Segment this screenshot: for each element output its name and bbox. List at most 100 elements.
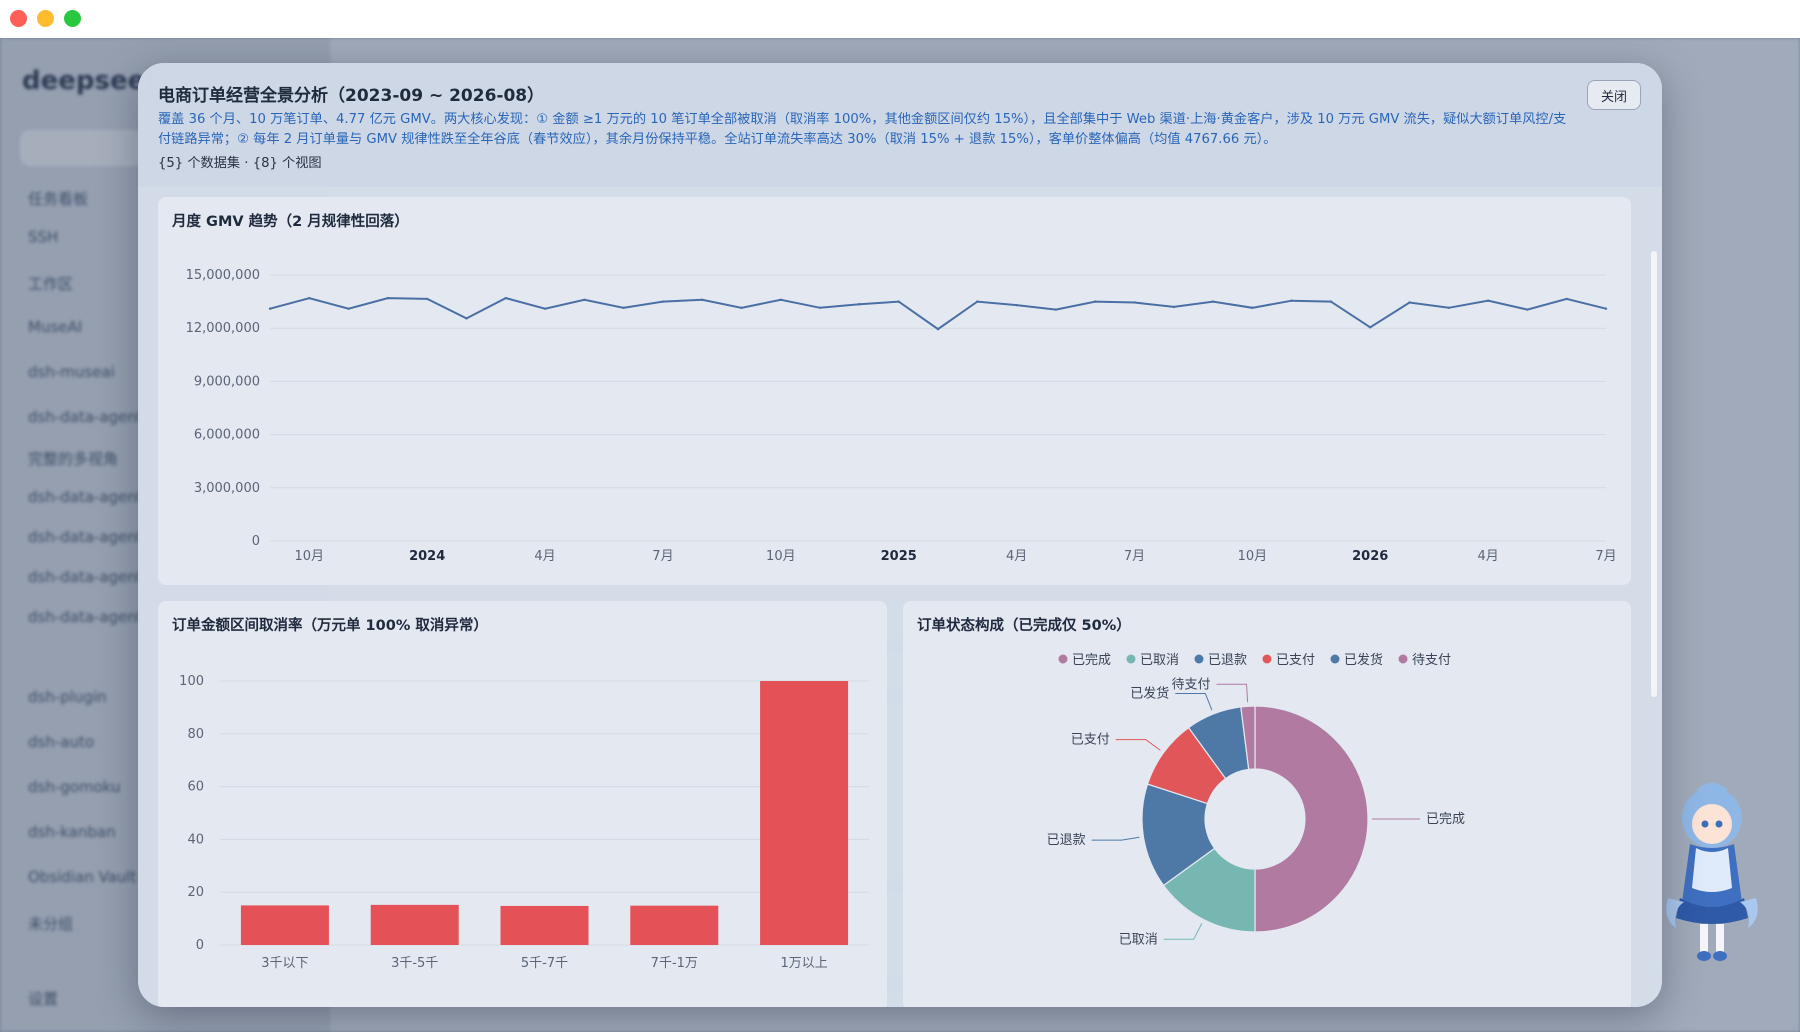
bar-7千-1万 — [630, 905, 719, 945]
gmv-data-point — [268, 307, 272, 310]
gmv-data-point — [1604, 307, 1608, 310]
legend-swatch-已支付 — [1262, 654, 1272, 664]
gmv-x-tick-label: 2026 — [1352, 549, 1388, 564]
gmv-series-line — [269, 297, 1607, 331]
gmv-data-point — [1290, 299, 1293, 302]
gmv-y-tick-label: 0 — [252, 534, 260, 549]
bar-y-tick-label: 0 — [196, 938, 204, 953]
modal-description: 覆盖 36 个月、10 万笔订单、4.77 亿元 GMV。两大核心发现：① 金额… — [158, 112, 1567, 147]
gmv-data-point — [465, 317, 468, 320]
close-window-icon[interactable] — [10, 10, 27, 27]
gmv-data-point — [543, 307, 547, 310]
donut-slice-已完成 — [1254, 705, 1369, 933]
gmv-data-point — [308, 296, 311, 300]
legend-label-已完成: 已完成 — [1072, 653, 1111, 668]
gmv-data-point — [1093, 300, 1097, 303]
donut-label-已发货: 已发货 — [1130, 685, 1169, 701]
gmv-data-point — [1369, 326, 1372, 329]
legend-swatch-待支付 — [1398, 654, 1408, 664]
donut-label-待支付: 待支付 — [1172, 677, 1211, 692]
gmv-data-point — [936, 327, 940, 331]
gmv-y-tick-label: 6,000,000 — [194, 428, 260, 443]
order-status-donut-chart: 已完成 已取消 已退款 已支付 已发货 待支付已完成已取消已退款已支付已发货待支付 — [1047, 652, 1465, 947]
bar-x-tick-label: 5千-7千 — [521, 956, 568, 971]
bar-5千-7千 — [500, 905, 589, 945]
gmv-data-point — [818, 306, 822, 310]
gmv-data-point — [661, 300, 665, 303]
analysis-modal: 电商订单经营全景分析（2023-09 ~ 2026-08） 覆盖 36 个月、1… — [138, 63, 1662, 1007]
gmv-trend-panel: 月度 GMV 趋势（2 月规律性回落） 0 3,000,000 6,000,000 9… — [158, 197, 1631, 585]
gmv-data-point — [1172, 305, 1175, 309]
legend-label-已发货: 已发货 — [1344, 652, 1383, 668]
donut-leader-已支付 — [1115, 739, 1161, 751]
modal-scrollbar[interactable] — [1651, 251, 1657, 697]
bar-3千以下 — [240, 905, 329, 945]
legend-label-已支付: 已支付 — [1276, 653, 1315, 668]
modal-title: 电商订单经营全景分析（2023-09 ~ 2026-08） — [158, 86, 545, 106]
gmv-data-point — [1408, 301, 1411, 304]
gmv-line-chart: 0 3,000,000 6,000,000 9,000,000 12,000,000 15… — [186, 268, 1617, 564]
gmv-data-point — [1133, 301, 1136, 304]
gmv-data-point — [1447, 306, 1451, 310]
donut-leader-待支付 — [1216, 683, 1249, 703]
legend-swatch-已发货 — [1330, 654, 1340, 664]
gmv-x-tick-label: 7月 — [652, 549, 673, 564]
modal-header: 电商订单经营全景分析（2023-09 ~ 2026-08） 覆盖 36 个月、1… — [138, 63, 1662, 187]
legend-label-已退款: 已退款 — [1208, 653, 1247, 668]
bar-y-tick-label: 20 — [187, 885, 204, 900]
gmv-data-point — [1015, 303, 1018, 307]
donut-leader-已发货 — [1175, 692, 1213, 711]
gmv-data-point — [1251, 306, 1254, 310]
minimize-window-icon[interactable] — [37, 10, 54, 27]
donut-label-已完成: 已完成 — [1426, 812, 1465, 827]
gmv-data-point — [583, 298, 586, 302]
gmv-x-tick-label: 7月 — [1124, 549, 1145, 564]
close-modal-button[interactable]: 关闭 — [1587, 80, 1641, 110]
gmv-x-tick-label: 10月 — [295, 549, 325, 564]
legend-swatch-已取消 — [1126, 654, 1136, 664]
gmv-data-point — [622, 306, 625, 310]
legend-label-已取消: 已取消 — [1140, 653, 1179, 668]
gmv-data-point — [504, 296, 507, 300]
legend-swatch-已完成 — [1058, 654, 1068, 664]
gmv-data-point — [1329, 300, 1333, 303]
bar-x-tick-label: 1万以上 — [780, 956, 827, 971]
order-status-panel: 订单状态构成（已完成仅 50%） 已完成 已取消 已退款 已支付 已发货 待支付 已完成 已取… — [903, 601, 1631, 1007]
bar-y-tick-label: 40 — [187, 832, 204, 847]
gmv-y-tick-label: 3,000,000 — [194, 481, 260, 496]
gmv-data-point — [1526, 308, 1529, 311]
donut-label-已支付: 已支付 — [1071, 733, 1110, 748]
gmv-data-point — [976, 300, 979, 303]
donut-leader-已退款 — [1091, 836, 1140, 841]
cancel-rate-bar-chart: 0 20 40 60 80 100 3千以下 3千-5千 5千-7千 7千-1万 1万以上 — [179, 674, 869, 971]
bar-y-tick-label: 80 — [187, 727, 204, 742]
zoom-window-icon[interactable] — [64, 10, 81, 27]
bar-3千-5千 — [370, 904, 459, 945]
bar-y-tick-label: 60 — [187, 780, 204, 795]
gmv-data-point — [779, 298, 783, 302]
gmv-x-tick-label: 4月 — [1477, 549, 1498, 564]
gmv-data-point — [701, 298, 704, 302]
gmv-y-tick-label: 12,000,000 — [186, 321, 260, 336]
bar-x-tick-label: 3千-5千 — [391, 956, 438, 971]
gmv-x-tick-label: 4月 — [534, 549, 555, 564]
legend-label-待支付: 待支付 — [1412, 653, 1451, 668]
bar-y-tick-label: 100 — [179, 674, 204, 689]
gmv-x-tick-label: 10月 — [766, 549, 796, 564]
donut-label-已退款: 已退款 — [1047, 833, 1086, 848]
bar-x-tick-label: 3千以下 — [261, 956, 308, 971]
gmv-x-tick-label: 4月 — [1006, 549, 1027, 564]
gmv-y-tick-label: 9,000,000 — [194, 374, 260, 389]
mascot-character-icon — [1666, 783, 1758, 961]
bar-x-tick-label: 7千-1万 — [651, 956, 698, 971]
gmv-data-point — [347, 307, 350, 310]
gmv-data-point — [740, 306, 743, 310]
gmv-x-tick-label: 7月 — [1595, 549, 1616, 564]
gmv-data-point — [386, 296, 390, 300]
gmv-data-point — [1565, 297, 1568, 301]
gmv-data-point — [1211, 300, 1215, 303]
gmv-x-tick-label: 2024 — [409, 549, 445, 564]
gmv-x-tick-label: 2025 — [881, 549, 917, 564]
bar-1万以上 — [760, 681, 849, 945]
modal-meta: {5} 个数据集 · {8} 个视图 — [158, 156, 322, 171]
